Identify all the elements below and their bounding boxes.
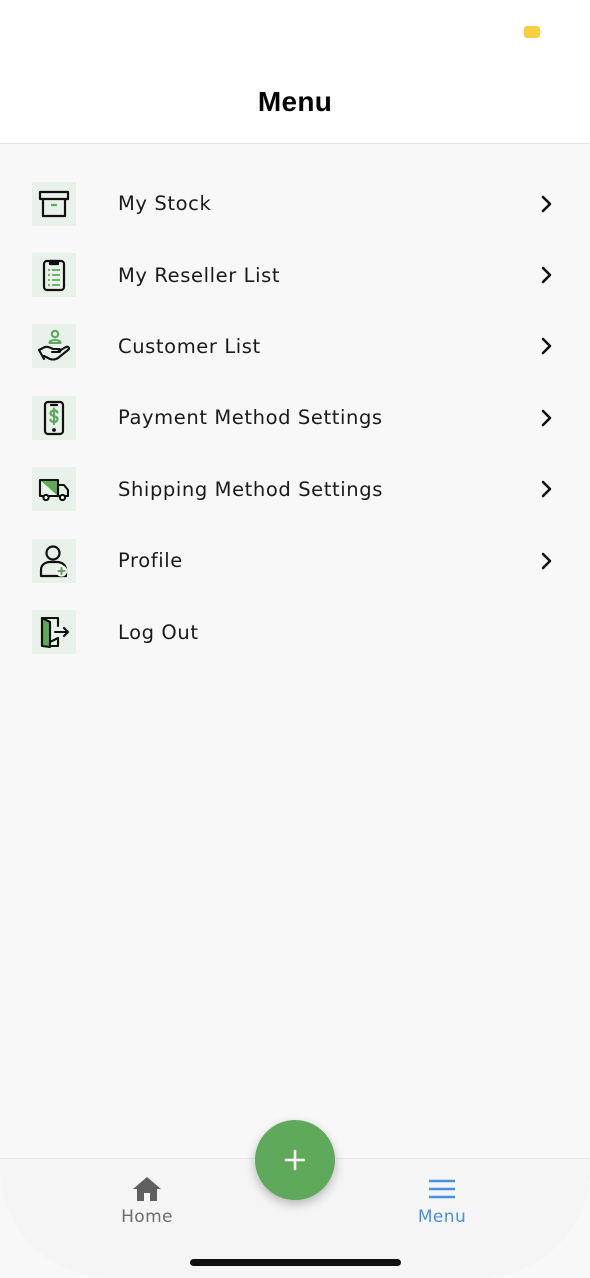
menu-list: My Stock My Reseller List Customer List … bbox=[0, 168, 590, 668]
plus-icon bbox=[284, 1149, 306, 1171]
chevron-right-icon bbox=[541, 266, 552, 284]
chevron-right-icon bbox=[541, 195, 552, 212]
menu-item-shipping-method-settings[interactable]: Shipping Method Settings bbox=[0, 454, 590, 525]
nav-menu-label: Menu bbox=[417, 1207, 467, 1227]
home-icon bbox=[133, 1177, 161, 1201]
header: Menu bbox=[0, 62, 590, 144]
menu-item-my-stock[interactable]: My Stock bbox=[0, 168, 590, 239]
menu-item-label: Profile bbox=[118, 549, 183, 573]
hamburger-menu-icon bbox=[429, 1179, 455, 1199]
menu-item-label: My Stock bbox=[118, 192, 212, 216]
menu-item-label: Log Out bbox=[118, 620, 199, 644]
hand-user-icon bbox=[32, 324, 76, 369]
user-add-icon bbox=[32, 538, 76, 583]
menu-item-log-out[interactable]: Log Out bbox=[0, 596, 590, 667]
nav-home-label: Home bbox=[121, 1207, 173, 1227]
phone-dollar-icon bbox=[32, 395, 76, 440]
page-title: Menu bbox=[257, 85, 333, 117]
menu-screen: Menu My Stock My Reseller List Customer … bbox=[0, 0, 590, 1278]
archive-box-icon bbox=[32, 181, 76, 226]
menu-item-profile[interactable]: Profile bbox=[0, 525, 590, 596]
menu-item-label: Payment Method Settings bbox=[118, 406, 383, 430]
menu-item-customer-list[interactable]: Customer List bbox=[0, 311, 590, 382]
menu-item-label: Customer List bbox=[118, 334, 261, 358]
menu-item-label: My Reseller List bbox=[118, 263, 281, 287]
chevron-right-icon bbox=[541, 338, 552, 355]
delivery-truck-icon bbox=[32, 467, 76, 512]
menu-item-payment-method-settings[interactable]: Payment Method Settings bbox=[0, 382, 590, 453]
clipboard-list-icon bbox=[32, 253, 76, 298]
chevron-right-icon bbox=[541, 552, 552, 569]
status-indicator-icon bbox=[524, 26, 540, 38]
add-button[interactable] bbox=[255, 1120, 335, 1200]
menu-item-my-reseller-list[interactable]: My Reseller List bbox=[0, 239, 590, 310]
chevron-right-icon bbox=[541, 409, 552, 427]
menu-item-label: Shipping Method Settings bbox=[118, 477, 383, 501]
chevron-right-icon bbox=[541, 480, 552, 498]
nav-menu[interactable]: Menu bbox=[382, 1173, 502, 1227]
status-bar bbox=[0, 0, 590, 62]
logout-door-icon bbox=[32, 610, 76, 655]
home-indicator[interactable] bbox=[190, 1259, 401, 1266]
nav-home[interactable]: Home bbox=[87, 1173, 207, 1227]
